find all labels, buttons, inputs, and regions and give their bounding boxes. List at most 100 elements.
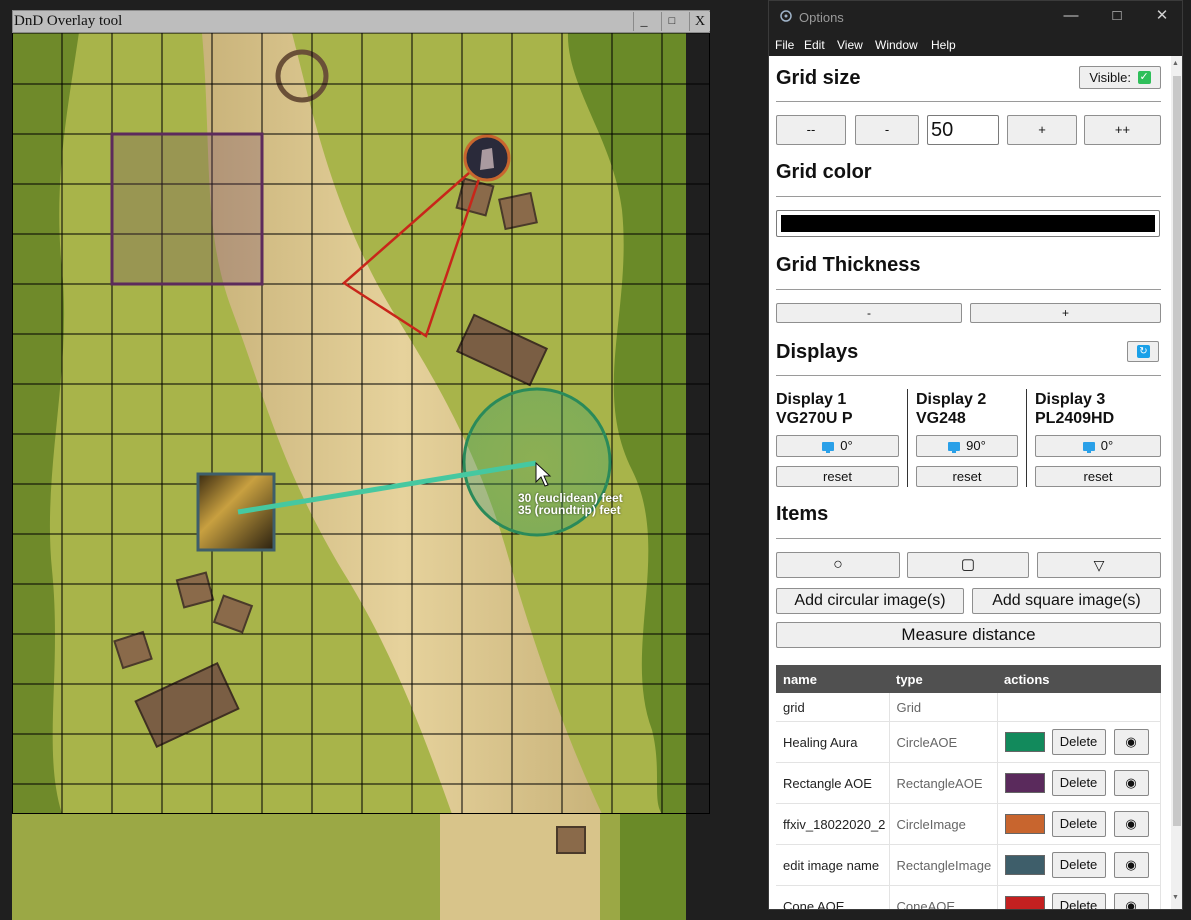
add-rectangle-aoe-button[interactable]: ▢ xyxy=(907,552,1029,578)
minimize-icon[interactable]: — xyxy=(1059,6,1083,26)
item-name[interactable]: Cone AOE xyxy=(776,885,890,909)
map-titlebar[interactable]: DnD Overlay tool _ □ X xyxy=(12,10,710,33)
display-1-rotation: 0° xyxy=(840,438,853,453)
display-3-rotate-button[interactable]: 0° xyxy=(1035,435,1161,457)
menu-bar: File Edit View Window Help xyxy=(769,32,1182,56)
battle-map[interactable] xyxy=(12,10,710,814)
rectangle-aoe[interactable] xyxy=(110,132,264,286)
grid-size-input[interactable]: 50 xyxy=(927,115,999,145)
table-row[interactable]: ffxiv_18022020_2 CircleImage Delete ◉ xyxy=(776,803,1161,845)
display-3-reset-button[interactable]: reset xyxy=(1035,466,1161,487)
token-figure xyxy=(480,148,494,170)
grid-thickness-decrease-button[interactable]: - xyxy=(776,303,962,323)
maximize-button[interactable]: □ xyxy=(661,12,682,31)
options-titlebar[interactable]: Options — □ ✕ xyxy=(769,1,1182,32)
refresh-displays-button[interactable]: ↻ xyxy=(1127,341,1159,362)
scroll-up-icon[interactable]: ▲ xyxy=(1172,60,1179,67)
add-cone-aoe-button[interactable]: ▽ xyxy=(1037,552,1161,578)
item-actions: Delete ◉ xyxy=(997,885,1161,909)
visibility-toggle[interactable]: ◉ xyxy=(1113,770,1149,796)
scroll-down-icon[interactable]: ▼ xyxy=(1172,894,1179,901)
eye-icon: ◉ xyxy=(1125,734,1137,749)
menu-view[interactable]: View xyxy=(837,38,863,52)
add-circular-image-button[interactable]: Add circular image(s) xyxy=(776,588,964,614)
visibility-toggle[interactable]: ◉ xyxy=(1113,729,1149,755)
map-window-title: DnD Overlay tool xyxy=(14,13,123,29)
grid-color-title: Grid color xyxy=(776,161,872,183)
monitor-icon xyxy=(948,442,961,453)
menu-edit[interactable]: Edit xyxy=(804,38,825,52)
color-swatch[interactable] xyxy=(1004,896,1045,909)
map-window: DnD Overlay tool _ □ X 30 (euclidean) fe… xyxy=(12,10,710,814)
display-2-rotation: 90° xyxy=(966,438,986,453)
rectangle-image-token[interactable] xyxy=(196,472,276,552)
visibility-toggle[interactable]: ◉ xyxy=(1113,893,1149,909)
table-row[interactable]: grid Grid xyxy=(776,693,1161,722)
monitor-icon xyxy=(822,442,835,453)
display-1-rotate-button[interactable]: 0° xyxy=(776,435,899,457)
minimize-button[interactable]: _ xyxy=(633,12,654,31)
table-row[interactable]: edit image name RectangleImage Delete ◉ xyxy=(776,844,1161,886)
display-2-name: Display 2 VG248 xyxy=(916,390,986,428)
visible-checkbox[interactable]: ✓ xyxy=(1137,71,1151,85)
item-name[interactable]: Rectangle AOE xyxy=(776,762,890,804)
item-type: RectangleAOE xyxy=(889,762,998,804)
grid-size-increase-large-button[interactable]: ++ xyxy=(1084,115,1161,145)
visible-toggle[interactable]: Visible: ✓ xyxy=(1079,66,1161,89)
divider xyxy=(776,196,1161,197)
column-header-name: name xyxy=(776,665,889,693)
delete-button[interactable]: Delete xyxy=(1051,811,1106,837)
display-3-label: Display 3 xyxy=(1035,391,1106,408)
delete-button[interactable]: Delete xyxy=(1051,729,1106,755)
options-scrollbar[interactable]: ▲ ▼ xyxy=(1171,56,1182,909)
monitor-icon xyxy=(1082,442,1095,453)
close-button[interactable]: X xyxy=(689,12,710,31)
menu-file[interactable]: File xyxy=(775,38,794,52)
grid-color-picker[interactable] xyxy=(776,210,1160,237)
divider xyxy=(776,289,1161,290)
measure-distance-button[interactable]: Measure distance xyxy=(776,622,1161,648)
delete-button[interactable]: Delete xyxy=(1051,852,1106,878)
table-row[interactable]: Healing Aura CircleAOE Delete ◉ xyxy=(776,721,1161,763)
maximize-icon[interactable]: □ xyxy=(1105,6,1129,26)
item-actions: Delete ◉ xyxy=(997,721,1161,763)
close-icon[interactable]: ✕ xyxy=(1150,6,1174,26)
scrollbar-thumb[interactable] xyxy=(1173,76,1181,826)
displays-title: Displays xyxy=(776,341,859,363)
add-square-image-button[interactable]: Add square image(s) xyxy=(972,588,1161,614)
grid-size-decrease-button[interactable]: - xyxy=(855,115,919,145)
menu-help[interactable]: Help xyxy=(931,38,956,52)
display-3-model: PL2409HD xyxy=(1035,410,1115,427)
item-name[interactable]: ffxiv_18022020_2 xyxy=(776,803,890,845)
item-name[interactable]: edit image name xyxy=(776,844,890,886)
options-window: Options — □ ✕ File Edit View Window Help… xyxy=(768,0,1183,910)
item-type: CircleImage xyxy=(889,803,998,845)
display-2-label: Display 2 xyxy=(916,391,987,408)
visibility-toggle[interactable]: ◉ xyxy=(1113,811,1149,837)
grid-size-decrease-large-button[interactable]: -- xyxy=(776,115,846,145)
color-swatch[interactable] xyxy=(1004,814,1045,834)
map-lower-forest xyxy=(620,814,686,920)
display-2-model: VG248 xyxy=(916,410,966,427)
divider xyxy=(776,101,1161,102)
grid-thickness-increase-button[interactable]: + xyxy=(970,303,1161,323)
color-swatch[interactable] xyxy=(1004,773,1045,793)
delete-button[interactable]: Delete xyxy=(1051,770,1106,796)
column-header-actions: actions xyxy=(997,665,1161,693)
menu-window[interactable]: Window xyxy=(875,38,918,52)
display-2-rotate-button[interactable]: 90° xyxy=(916,435,1018,457)
color-swatch[interactable] xyxy=(1004,732,1045,752)
display-1-reset-button[interactable]: reset xyxy=(776,466,899,487)
display-2-reset-button[interactable]: reset xyxy=(916,466,1018,487)
item-name[interactable]: Healing Aura xyxy=(776,721,890,763)
delete-button[interactable]: Delete xyxy=(1051,893,1106,909)
table-row[interactable]: Rectangle AOE RectangleAOE Delete ◉ xyxy=(776,762,1161,804)
column-header-type: type xyxy=(889,665,997,693)
visibility-toggle[interactable]: ◉ xyxy=(1113,852,1149,878)
app-icon xyxy=(780,10,792,22)
add-circle-aoe-button[interactable]: ○ xyxy=(776,552,900,578)
display-3-rotation: 0° xyxy=(1100,438,1114,453)
color-swatch[interactable] xyxy=(1004,855,1045,875)
table-row[interactable]: Cone AOE ConeAOE Delete ◉ xyxy=(776,885,1161,909)
grid-size-increase-button[interactable]: + xyxy=(1007,115,1077,145)
